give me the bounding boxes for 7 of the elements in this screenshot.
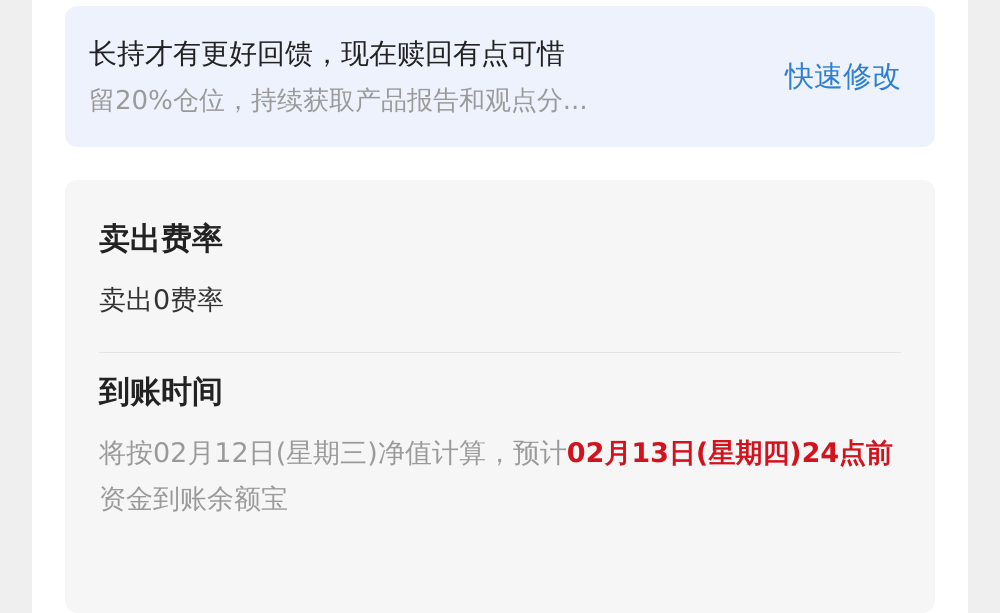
section-text: 将按02月12日(星期三)净值计算，预计02月13日(星期四)24点前资金到账余额宝 — [99, 437, 894, 517]
banner-title: 长持才有更好回馈，现在赎回有点可惜 — [89, 36, 566, 72]
section-heading: 到账时间 — [99, 373, 224, 412]
section-text: 卖出0费率 — [99, 284, 226, 318]
quick-edit-link[interactable]: 快速修改 — [785, 56, 901, 96]
section-heading: 卖出费率 — [99, 220, 224, 259]
banner-subtitle: 留20%仓位，持续获取产品报告和观点分... — [89, 85, 588, 118]
